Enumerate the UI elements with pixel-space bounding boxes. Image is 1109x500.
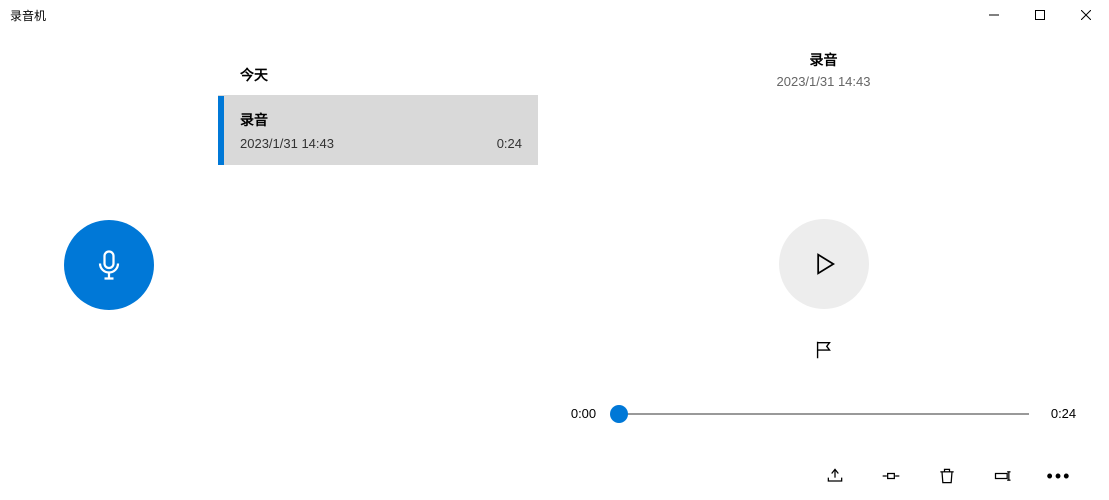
player-title: 录音 xyxy=(810,50,838,70)
flag-icon xyxy=(813,339,835,361)
rename-icon xyxy=(993,466,1013,486)
section-header: 今天 xyxy=(218,55,538,96)
recording-duration: 0:24 xyxy=(497,136,522,151)
trim-icon xyxy=(881,466,901,486)
progress-thumb[interactable] xyxy=(610,405,628,423)
timeline: 0:00 0:24 xyxy=(569,406,1079,421)
more-icon: ••• xyxy=(1047,466,1072,487)
close-icon xyxy=(1081,10,1091,20)
play-button[interactable] xyxy=(779,219,869,309)
titlebar: 录音机 xyxy=(0,0,1109,30)
window-title: 录音机 xyxy=(10,7,46,24)
trim-button[interactable] xyxy=(879,464,903,488)
recording-meta: 2023/1/31 14:43 0:24 xyxy=(240,136,522,151)
player-panel: 录音 2023/1/31 14:43 0:00 0:24 xyxy=(538,30,1109,500)
list-item[interactable]: 录音 2023/1/31 14:43 0:24 xyxy=(218,96,538,165)
total-time: 0:24 xyxy=(1049,406,1079,421)
recording-title: 录音 xyxy=(240,110,522,130)
player-toolbar: ••• xyxy=(538,464,1109,488)
mic-icon xyxy=(91,247,127,283)
share-icon xyxy=(825,466,845,486)
minimize-icon xyxy=(989,10,999,20)
sidebar xyxy=(0,30,218,500)
recording-date: 2023/1/31 14:43 xyxy=(240,136,334,151)
marker-button[interactable] xyxy=(813,339,835,366)
delete-button[interactable] xyxy=(935,464,959,488)
close-button[interactable] xyxy=(1063,0,1109,30)
maximize-icon xyxy=(1035,10,1045,20)
recordings-list: 今天 录音 2023/1/31 14:43 0:24 xyxy=(218,30,538,500)
main: 今天 录音 2023/1/31 14:43 0:24 录音 2023/1/31 … xyxy=(0,30,1109,500)
record-button[interactable] xyxy=(64,220,154,310)
maximize-button[interactable] xyxy=(1017,0,1063,30)
play-icon xyxy=(810,250,838,278)
player-date: 2023/1/31 14:43 xyxy=(777,74,871,89)
rename-button[interactable] xyxy=(991,464,1015,488)
list-item-body: 录音 2023/1/31 14:43 0:24 xyxy=(224,96,538,165)
more-button[interactable]: ••• xyxy=(1047,464,1071,488)
progress-track[interactable] xyxy=(619,413,1029,415)
window-controls xyxy=(971,0,1109,30)
delete-icon xyxy=(937,466,957,486)
share-button[interactable] xyxy=(823,464,847,488)
current-time: 0:00 xyxy=(569,406,599,421)
minimize-button[interactable] xyxy=(971,0,1017,30)
